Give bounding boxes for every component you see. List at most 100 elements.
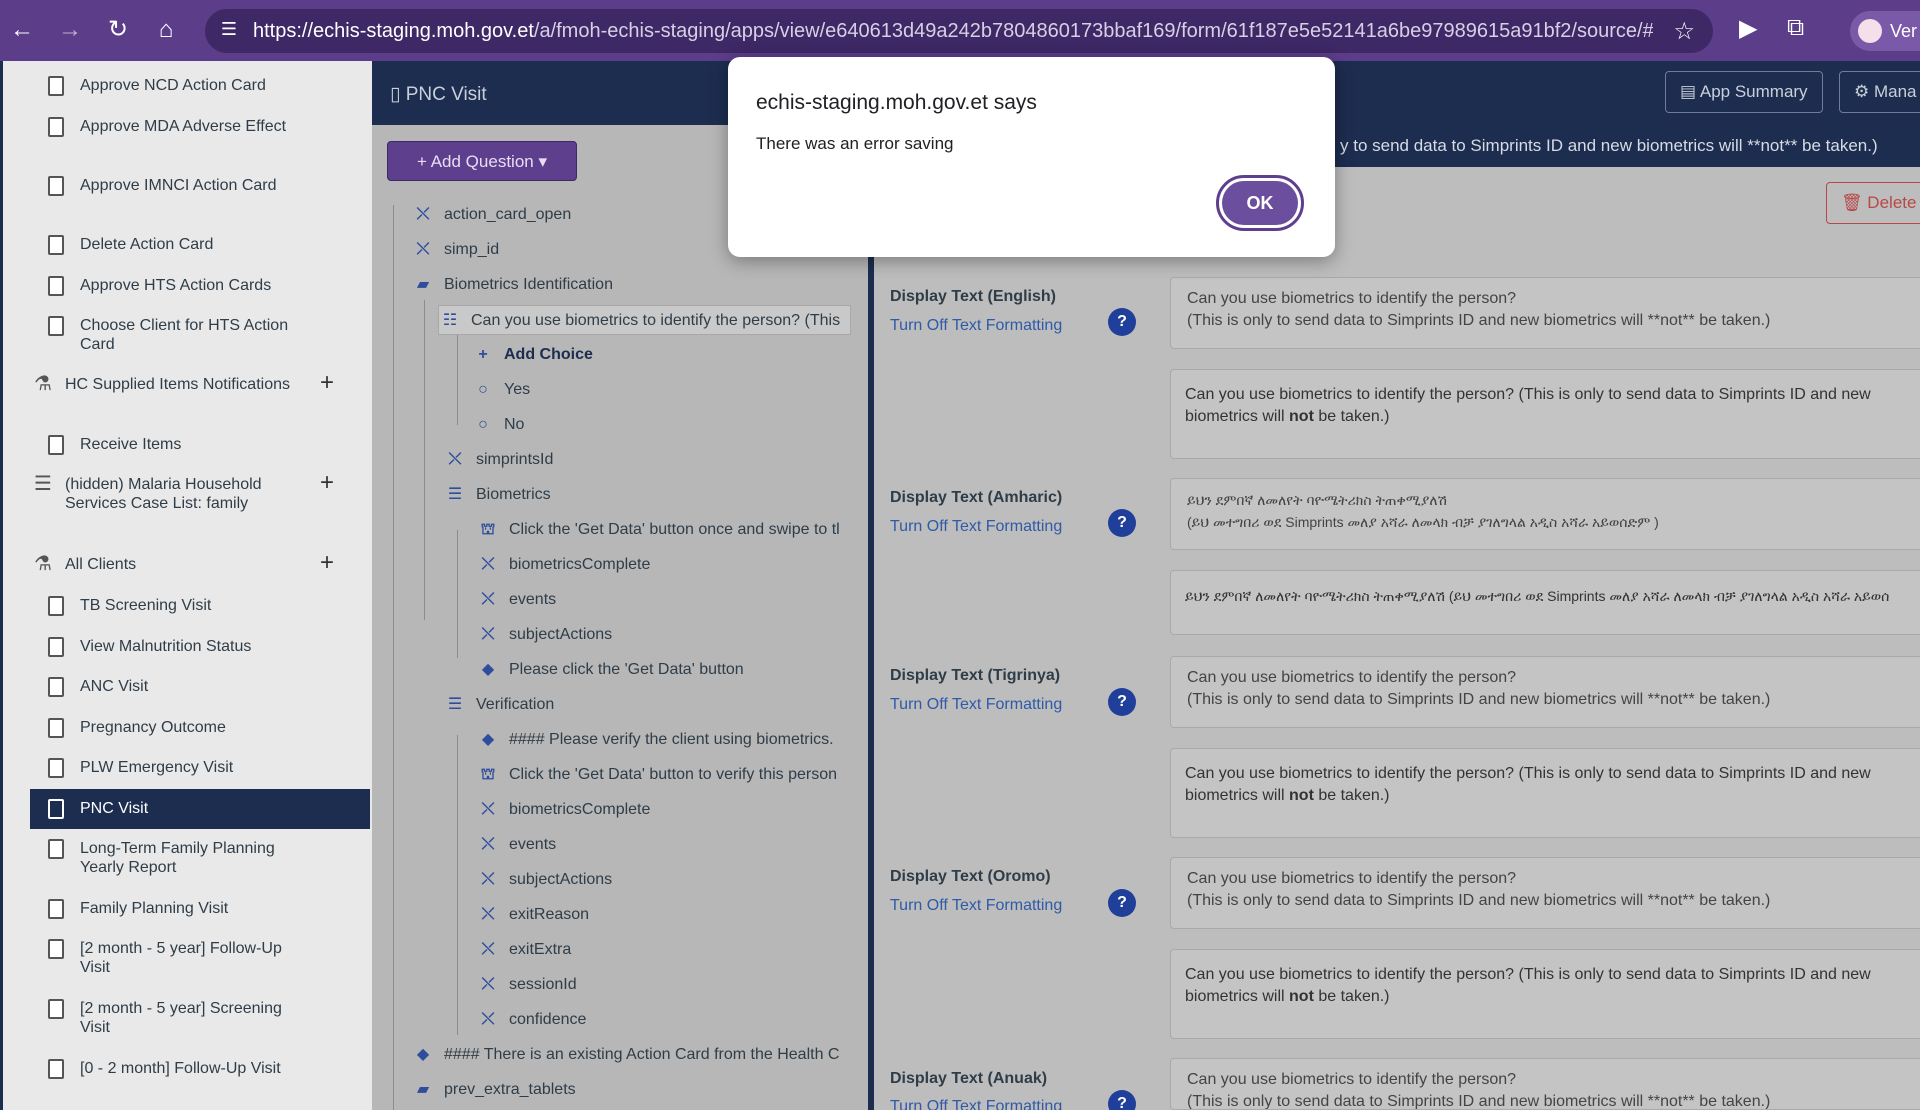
display-text-anuak-input[interactable]: Can you use biometrics to identify the p… [1170, 1058, 1920, 1110]
tree-item-label: exitExtra [509, 941, 572, 958]
manage-button[interactable]: ⚙ Mana [1839, 71, 1920, 113]
preview-text: be taken.) [1313, 408, 1390, 425]
tree-choice[interactable]: ○ Yes [472, 375, 852, 405]
ok-button[interactable]: OK [1216, 175, 1304, 231]
page-title: ▯ PNC Visit [390, 84, 487, 105]
add-form-icon[interactable]: + [320, 551, 334, 575]
tree-item-label: Click the 'Get Data' button to verify th… [509, 766, 838, 783]
help-icon[interactable]: ? [1108, 688, 1136, 716]
turn-off-formatting-link[interactable]: Turn Off Text Formatting [890, 317, 1062, 335]
tree-item[interactable]: ⤬ biometricsComplete [477, 550, 857, 580]
add-choice-button[interactable]: + Add Choice [472, 340, 852, 370]
help-icon[interactable]: ? [1108, 1090, 1136, 1110]
form-icon [48, 677, 64, 697]
help-icon[interactable]: ? [1108, 509, 1136, 537]
display-text-amharic-input[interactable]: ይህን ደምበኛ ለመለየት ባዮሜትሪክስ ትጠቀሚያለሽ (ይህ መተግበሪ… [1170, 478, 1920, 550]
tree-item[interactable]: ⤬ events [477, 830, 857, 860]
preview-text: will [1262, 787, 1290, 804]
add-question-button[interactable]: + Add Question ▾ [387, 141, 577, 181]
list-check-icon: ☰ [34, 473, 52, 495]
hidden-value-icon: ⤬ [481, 976, 495, 993]
sidebar-edge [0, 61, 3, 1110]
tree-item[interactable]: ⤬ confidence [477, 1005, 857, 1035]
question-tree-panel: + Add Question ▾ ⤬ action_card_open ⤬ simp… [372, 125, 868, 1110]
form-icon [48, 637, 64, 657]
sidebar-form-item-active[interactable]: PNC Visit [30, 789, 370, 829]
preview-bold: not [1289, 408, 1314, 425]
turn-off-formatting-link[interactable]: Turn Off Text Formatting [890, 897, 1062, 915]
profile-button[interactable]: Ver [1850, 11, 1920, 51]
sidebar-item-label: Pregnancy Outcome [80, 719, 226, 736]
preview-text: will [1262, 408, 1290, 425]
form-icon [48, 76, 64, 96]
app-summary-label: App Summary [1699, 82, 1808, 101]
tree-item[interactable]: ▰ Biometrics Identification [412, 270, 862, 300]
display-text-tigrinya-input[interactable]: Can you use biometrics to identify the p… [1170, 656, 1920, 728]
tree-item[interactable]: ⤬ subjectActions [477, 620, 857, 650]
tree-item[interactable]: ⤬ simprintsId [444, 445, 854, 475]
extension-play-icon[interactable]: ▶ [1739, 14, 1757, 43]
tree-item[interactable]: ⤬ events [477, 585, 857, 615]
folder-icon: ▰ [416, 1081, 430, 1098]
tree-item[interactable]: ▰ prev_extra_tablets [412, 1075, 862, 1105]
reload-icon[interactable]: ↻ [102, 14, 134, 46]
tree-item-selected[interactable]: ☷ Can you use biometrics to identify the … [438, 305, 851, 335]
sidebar-item-label: PNC Visit [80, 800, 149, 817]
turn-off-formatting-link[interactable]: Turn Off Text Formatting [890, 696, 1062, 714]
app-summary-button[interactable]: ▤ App Summary [1665, 71, 1823, 113]
home-icon[interactable]: ⌂ [150, 14, 182, 46]
tree-item[interactable]: ⤬ exitReason [477, 900, 857, 930]
module-label: All Clients [65, 556, 137, 573]
tree-item[interactable]: ◆ #### Please verify the client using bio… [477, 725, 857, 755]
tree-item[interactable]: ⛫ Click the 'Get Data' button to verify t… [477, 760, 857, 790]
form-icon [48, 316, 64, 336]
form-title: PNC Visit [405, 84, 487, 105]
extensions-puzzle-icon[interactable]: ⧉ [1787, 14, 1804, 42]
tree-item-label: Can you use biometrics to identify the p… [471, 312, 841, 329]
site-info-icon[interactable]: ☰ [217, 19, 241, 43]
tree-item-label: Add Choice [504, 346, 593, 363]
delete-question-button[interactable]: 🗑 Delete [1826, 182, 1920, 224]
tree-item-label: events [509, 836, 557, 853]
sidebar-item-label: Family Planning Visit [80, 900, 229, 917]
tree-item-label: Biometrics Identification [444, 276, 613, 293]
tree-item-label: simprintsId [476, 451, 554, 468]
hidden-value-icon: ⤬ [481, 941, 495, 958]
bookmark-star-icon[interactable]: ☆ [1673, 17, 1695, 46]
label-tag-icon: ◆ [416, 1046, 430, 1063]
display-text-oromo-input[interactable]: Can you use biometrics to identify the p… [1170, 857, 1920, 929]
hidden-value-icon: ⤬ [416, 241, 430, 258]
label-tag-icon: ◆ [481, 661, 495, 678]
tree-item[interactable]: ⤬ sessionId [477, 970, 857, 1000]
tree-item[interactable]: ⤬ subjectActions [477, 865, 857, 895]
url-host: https://echis-staging.moh.gov.et [253, 20, 534, 42]
form-icon [48, 799, 64, 819]
preview-text: be taken.) [1313, 787, 1390, 804]
turn-off-formatting-link[interactable]: Turn Off Text Formatting [890, 518, 1062, 536]
folder-icon: ▰ [416, 276, 430, 293]
address-bar[interactable]: ☰ https://echis-staging.moh.gov.et/a/fmo… [205, 9, 1713, 53]
tree-choice[interactable]: ○ No [472, 410, 852, 440]
form-icon [48, 596, 64, 616]
help-icon[interactable]: ? [1108, 308, 1136, 336]
turn-off-formatting-link[interactable]: Turn Off Text Formatting [890, 1098, 1062, 1110]
display-text-english-input[interactable]: Can you use biometrics to identify the p… [1170, 277, 1920, 349]
url-text[interactable]: https://echis-staging.moh.gov.et/a/fmoh-… [253, 20, 1653, 43]
tree-item[interactable]: ⤬ exitExtra [477, 935, 857, 965]
hidden-value-icon: ⤬ [481, 626, 495, 643]
forward-icon[interactable]: → [54, 14, 86, 46]
back-icon[interactable]: ← [6, 14, 38, 46]
tree-item[interactable]: ☰ Biometrics [444, 480, 854, 510]
help-icon[interactable]: ? [1108, 889, 1136, 917]
sidebar-item-label: Long-Term Family Planning Yearly Report [80, 840, 275, 876]
tree-item[interactable]: ⤬ biometricsComplete [477, 795, 857, 825]
tree-item[interactable]: ⛫ Click the 'Get Data' button once and sw… [477, 515, 857, 545]
form-icon [48, 758, 64, 778]
sidebar-item-label: ANC Visit [80, 678, 149, 695]
tree-item[interactable]: ◆ Please click the 'Get Data' button [477, 655, 857, 685]
tree-item[interactable]: ☰ Verification [444, 690, 854, 720]
tree-item[interactable]: ◆ #### There is an existing Action Card f… [412, 1040, 862, 1070]
add-form-icon[interactable]: + [320, 471, 334, 495]
form-icon [48, 999, 64, 1019]
add-form-icon[interactable]: + [320, 371, 334, 395]
